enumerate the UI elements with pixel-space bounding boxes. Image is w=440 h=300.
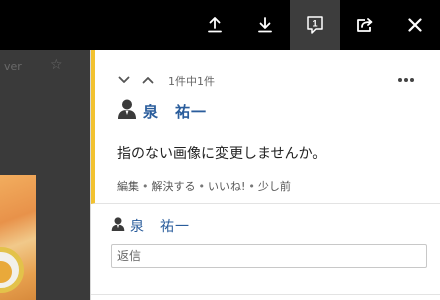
separator-dot: •	[198, 180, 206, 193]
reply-author: 泉 祐一	[111, 216, 190, 236]
comment-text: 指のない画像に変更しませんか。	[117, 146, 327, 162]
comment-author: 泉 祐一	[117, 98, 207, 124]
edit-link[interactable]: 編集	[117, 180, 139, 193]
comment-timestamp: 少し前	[257, 180, 291, 193]
share-icon	[356, 17, 374, 33]
image-viewer-area: ver ☆	[0, 50, 90, 300]
user-avatar-icon	[111, 216, 125, 236]
more-horizontal-icon	[398, 78, 414, 82]
share-button[interactable]	[340, 0, 390, 50]
comment-card: 1件中1件 泉 祐一 指のない画像に変更しませんか。 編集 • 解決する • い…	[91, 50, 440, 204]
close-button[interactable]	[390, 0, 440, 50]
viewer-filename-fragment: ver	[4, 60, 22, 73]
upload-icon	[208, 17, 222, 33]
author-name[interactable]: 泉 祐一	[143, 101, 207, 122]
download-button[interactable]	[240, 0, 290, 50]
user-avatar-icon	[117, 98, 137, 124]
reply-section: 泉 祐一	[91, 204, 440, 300]
previous-comment-button[interactable]	[117, 72, 131, 86]
comments-toggle-button[interactable]: 1	[290, 0, 340, 50]
like-link[interactable]: いいね!	[208, 180, 245, 193]
reply-author-name: 泉 祐一	[130, 219, 190, 235]
reply-input[interactable]	[111, 244, 427, 268]
comment-count: 1件中1件	[168, 75, 215, 88]
star-icon[interactable]: ☆	[50, 57, 63, 73]
divider	[91, 294, 440, 295]
next-comment-button[interactable]	[141, 72, 155, 86]
comments-panel: 1件中1件 泉 祐一 指のない画像に変更しませんか。 編集 • 解決する • い…	[90, 50, 440, 300]
separator-dot: •	[142, 180, 149, 193]
file-viewer: 1 ver ☆ 1件中1件 泉 祐一 指のない画像に変更しませんか。 編集 • …	[0, 0, 440, 300]
download-icon	[258, 17, 272, 33]
chevron-down-icon	[118, 76, 130, 83]
top-toolbar: 1	[0, 0, 440, 50]
comment-icon: 1	[306, 15, 324, 35]
upload-button[interactable]	[190, 0, 240, 50]
resolve-link[interactable]: 解決する	[152, 180, 196, 193]
separator-dot: •	[248, 180, 255, 193]
preview-image	[0, 175, 36, 300]
close-icon	[408, 18, 422, 32]
chevron-up-icon	[142, 77, 154, 84]
more-options-button[interactable]	[395, 72, 417, 86]
comment-badge: 1	[312, 19, 317, 29]
comment-actions: 編集 • 解決する • いいね! • 少し前	[117, 178, 291, 194]
